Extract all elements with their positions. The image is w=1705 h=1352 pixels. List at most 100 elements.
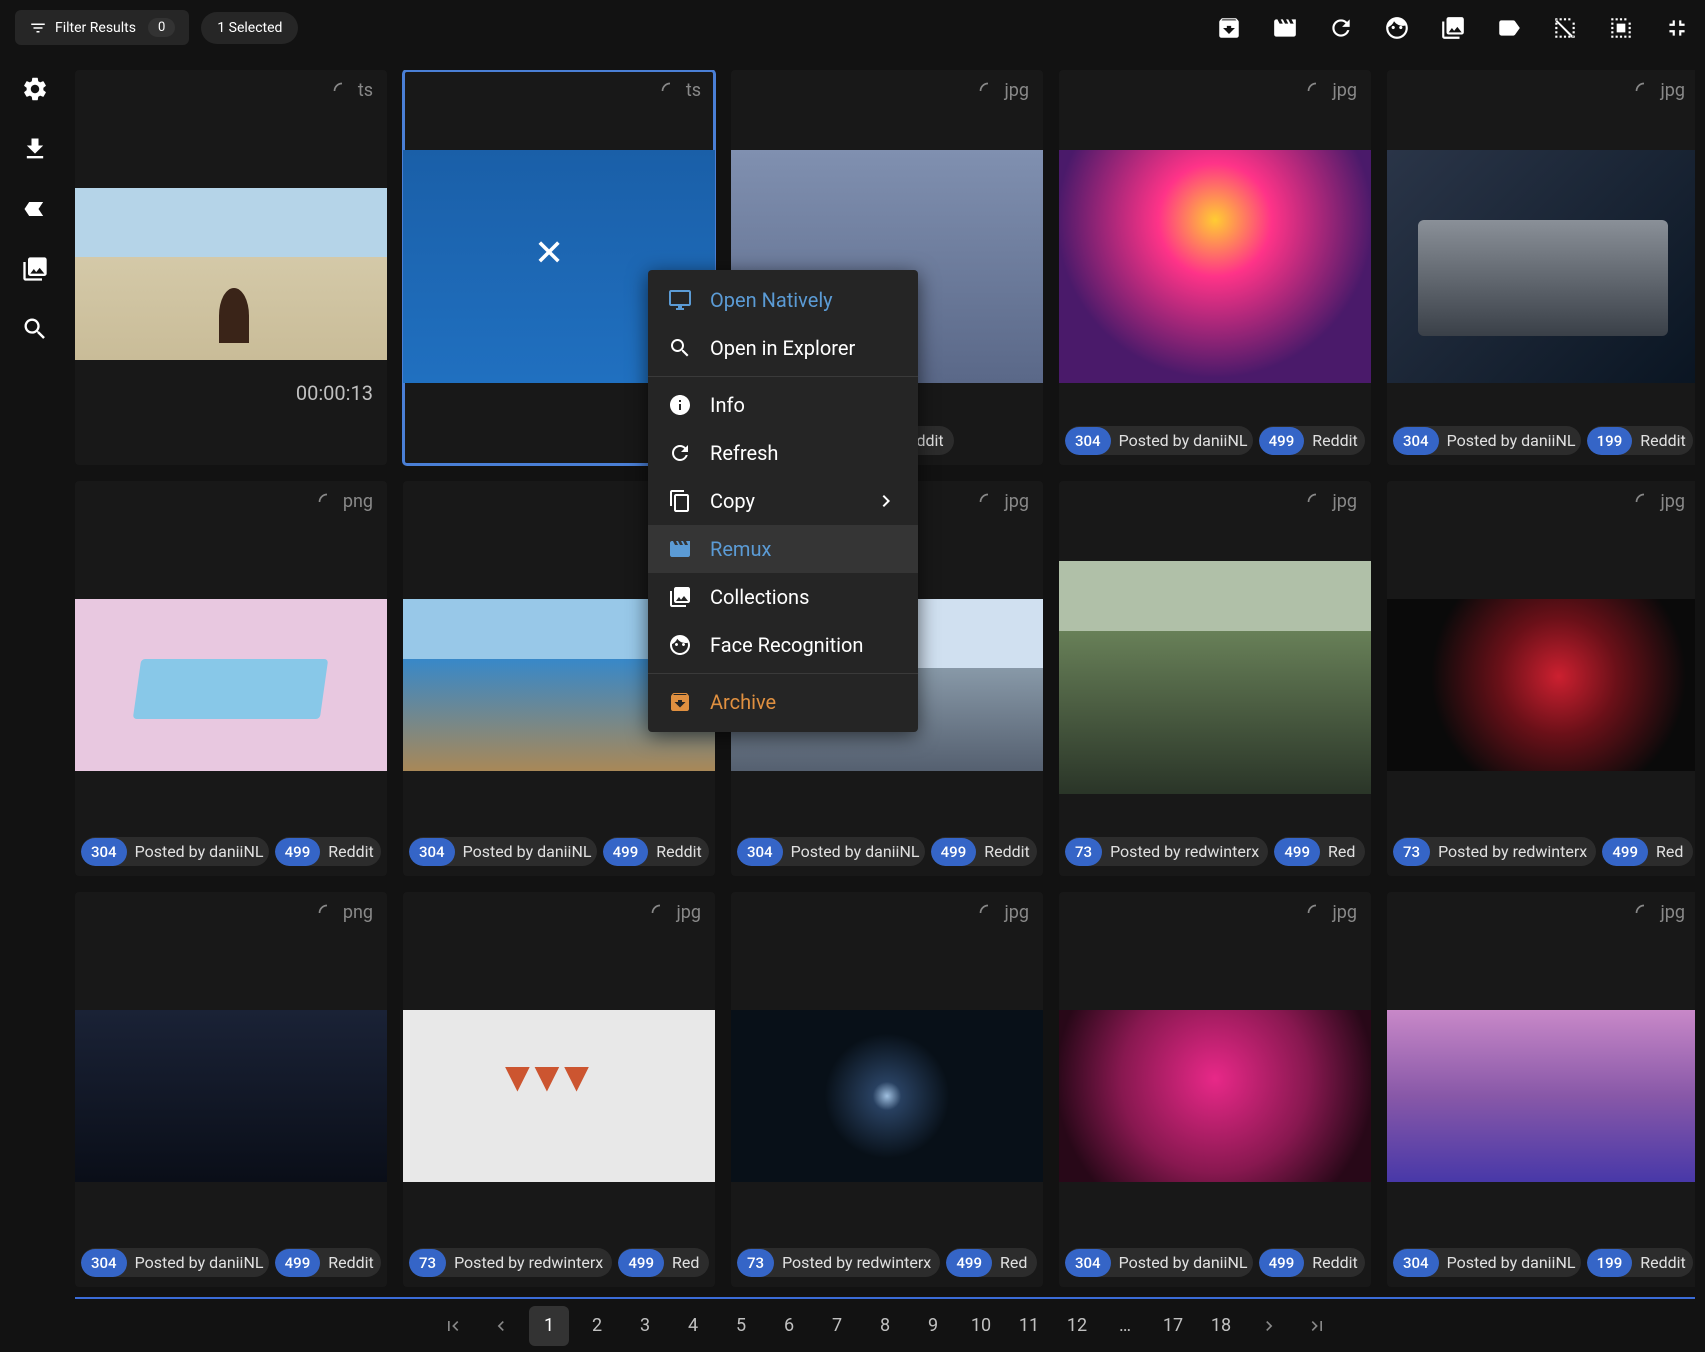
- media-cell[interactable]: png304Posted by daniiNL499Reddit: [75, 892, 387, 1287]
- tags-row: 304Posted by daniiNL499Reddit: [81, 1248, 381, 1277]
- media-cell[interactable]: jpg304Posted by daniiNL199Reddit: [1387, 70, 1695, 465]
- tag-badge[interactable]: 73Posted by redwinterx: [1393, 837, 1596, 866]
- tag-badge[interactable]: 199Reddit: [1587, 1248, 1693, 1277]
- tag-badge[interactable]: 304Posted by daniiNL: [1065, 426, 1253, 455]
- media-cell[interactable]: jpg304Posted by daniiNL199Reddit: [1387, 892, 1695, 1287]
- page-number-button[interactable]: 18: [1201, 1306, 1241, 1346]
- media-cell[interactable]: jpg73Posted by redwinterx499Red: [403, 892, 715, 1287]
- page-number-button[interactable]: 2: [577, 1306, 617, 1346]
- badge-count: 304: [1393, 1249, 1439, 1277]
- tag-badge[interactable]: 199Reddit: [1587, 426, 1693, 455]
- page-number-button[interactable]: 5: [721, 1306, 761, 1346]
- tag-badge[interactable]: 304Posted by daniiNL: [1393, 426, 1581, 455]
- tags-row: 304Posted by daniiNL199Reddit: [1393, 426, 1693, 455]
- page-number-button[interactable]: 3: [625, 1306, 665, 1346]
- tag-badge[interactable]: 73Posted by redwinterx: [1065, 837, 1268, 866]
- tags-row: 73Posted by redwinterx499Red: [1393, 837, 1693, 866]
- menu-separator: [648, 376, 918, 377]
- collections-icon[interactable]: [21, 255, 49, 283]
- media-cell[interactable]: jpg 73Posted by redwinterx499Red: [1059, 481, 1371, 876]
- badge-text: Posted by daniiNL: [1111, 1248, 1253, 1277]
- media-cell[interactable]: ts00:00:13: [75, 70, 387, 465]
- media-cell[interactable]: jpg304Posted by daniiNL499Reddit: [1059, 892, 1371, 1287]
- archive-icon[interactable]: [1216, 15, 1242, 41]
- media-cell[interactable]: png304Posted by daniiNL499Reddit: [75, 481, 387, 876]
- thumbnail: [1387, 599, 1695, 771]
- search-icon: [668, 336, 692, 360]
- page-number-button[interactable]: 11: [1009, 1306, 1049, 1346]
- menu-info[interactable]: Info: [648, 381, 918, 429]
- page-number-button[interactable]: 10: [961, 1306, 1001, 1346]
- tag-badge[interactable]: 499Reddit: [931, 837, 1037, 866]
- tag-badge[interactable]: 499Reddit: [275, 837, 381, 866]
- search-icon[interactable]: [21, 315, 49, 343]
- media-cell[interactable]: jpg73Posted by redwinterx499Red: [1387, 481, 1695, 876]
- page-next-button[interactable]: [1249, 1306, 1289, 1346]
- badge-text: Red: [1320, 837, 1365, 866]
- tag-badge[interactable]: 499Red: [618, 1248, 709, 1277]
- menu-face-recognition[interactable]: Face Recognition: [648, 621, 918, 669]
- page-number-button[interactable]: 6: [769, 1306, 809, 1346]
- filter-icon: [29, 19, 47, 37]
- page-last-button[interactable]: [1297, 1306, 1337, 1346]
- tag-badge[interactable]: 499Reddit: [603, 837, 709, 866]
- context-menu: Open Natively Open in Explorer Info Refr…: [648, 270, 918, 732]
- tag-badge[interactable]: 304Posted by daniiNL: [409, 837, 597, 866]
- tag-badge[interactable]: 304Posted by daniiNL: [737, 837, 925, 866]
- filter-label: Filter Results: [55, 20, 136, 36]
- tag-badge[interactable]: 499Reddit: [1259, 426, 1365, 455]
- tag-badge[interactable]: 499Red: [946, 1248, 1037, 1277]
- media-cell[interactable]: jpg304Posted by daniiNL499Reddit: [1059, 70, 1371, 465]
- download-icon[interactable]: [21, 135, 49, 163]
- tag-badge[interactable]: 304Posted by daniiNL: [81, 1248, 269, 1277]
- deselect-icon[interactable]: [1552, 15, 1578, 41]
- filter-results-button[interactable]: Filter Results 0: [15, 10, 189, 45]
- tags-row: 73Posted by redwinterx499Red: [1065, 837, 1365, 866]
- remux-icon[interactable]: [1272, 15, 1298, 41]
- page-number-button[interactable]: 12: [1057, 1306, 1097, 1346]
- tag-badge[interactable]: 73Posted by redwinterx: [737, 1248, 940, 1277]
- page-number-button[interactable]: 1: [529, 1306, 569, 1346]
- fullscreen-exit-icon[interactable]: [1664, 15, 1690, 41]
- menu-collections[interactable]: Collections: [648, 573, 918, 621]
- cell-ext-badge: jpg: [1306, 491, 1357, 512]
- face-icon[interactable]: [1384, 15, 1410, 41]
- page-first-button[interactable]: [433, 1306, 473, 1346]
- toolbar: Filter Results 0 1 Selected: [0, 0, 1705, 55]
- menu-archive[interactable]: Archive: [648, 678, 918, 726]
- tag-badge[interactable]: 304Posted by daniiNL: [81, 837, 269, 866]
- tag-icon[interactable]: [21, 195, 49, 223]
- tag-badge[interactable]: 499Red: [1274, 837, 1365, 866]
- selected-count-button[interactable]: 1 Selected: [201, 12, 298, 44]
- tag-badge[interactable]: 499Reddit: [1259, 1248, 1365, 1277]
- menu-open-explorer[interactable]: Open in Explorer: [648, 324, 918, 372]
- tag-badge[interactable]: 73Posted by redwinterx: [409, 1248, 612, 1277]
- tag-badge[interactable]: 499Red: [1602, 837, 1693, 866]
- refresh-icon[interactable]: [1328, 15, 1354, 41]
- menu-refresh[interactable]: Refresh: [648, 429, 918, 477]
- page-number-button[interactable]: 7: [817, 1306, 857, 1346]
- page-number-button[interactable]: 4: [673, 1306, 713, 1346]
- sidebar: [0, 0, 70, 1352]
- menu-separator: [648, 673, 918, 674]
- tag-badge[interactable]: 499Reddit: [275, 1248, 381, 1277]
- menu-copy[interactable]: Copy: [648, 477, 918, 525]
- tag-badge[interactable]: 304Posted by daniiNL: [1065, 1248, 1253, 1277]
- menu-open-natively[interactable]: Open Natively: [648, 276, 918, 324]
- label-icon[interactable]: [1496, 15, 1522, 41]
- page-number-button[interactable]: 17: [1153, 1306, 1193, 1346]
- page-prev-button[interactable]: [481, 1306, 521, 1346]
- page-number-button[interactable]: 9: [913, 1306, 953, 1346]
- thumbnail: [403, 1010, 715, 1182]
- badge-count: 499: [1259, 1249, 1305, 1277]
- chevron-right-icon: [874, 489, 898, 513]
- media-cell[interactable]: jpg73Posted by redwinterx499Red: [731, 892, 1043, 1287]
- badge-text: Posted by daniiNL: [1439, 426, 1581, 455]
- select-all-icon[interactable]: [1608, 15, 1634, 41]
- tag-badge[interactable]: 304Posted by daniiNL: [1393, 1248, 1581, 1277]
- gallery-icon[interactable]: [1440, 15, 1466, 41]
- badge-count: 499: [1602, 838, 1648, 866]
- gear-icon[interactable]: [21, 75, 49, 103]
- page-number-button[interactable]: 8: [865, 1306, 905, 1346]
- menu-remux[interactable]: Remux: [648, 525, 918, 573]
